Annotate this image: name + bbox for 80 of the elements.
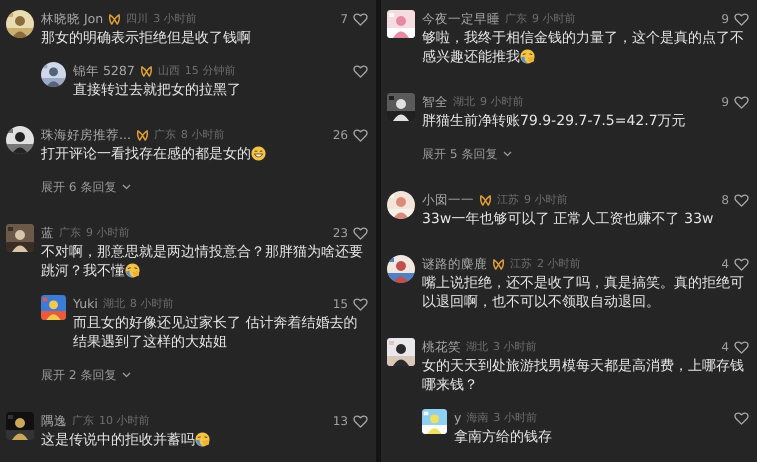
- chevron-down-icon: [122, 372, 132, 378]
- like-count: 9: [721, 94, 729, 111]
- like-count: 26: [332, 127, 348, 144]
- comment-text: 够啦，我终于相信金钱的力量了，这个是真的点了不感兴趣还能推我: [422, 29, 745, 67]
- comment-text: 直接转过去就把女的拉黑了: [73, 81, 242, 100]
- user-name[interactable]: 蓝: [41, 224, 54, 242]
- comment-text: 女的天天到处旅游找男模每天都是高消费，上哪存钱哪来钱？: [422, 357, 745, 395]
- heart-icon[interactable]: [353, 226, 368, 240]
- grinning-face-icon: [251, 146, 266, 161]
- user-name[interactable]: 桃花笑: [422, 338, 461, 356]
- heart-icon[interactable]: [734, 412, 749, 424]
- region-label: 广东: [154, 126, 176, 143]
- crying-face-icon: [195, 432, 210, 447]
- comment-text: 打开评论一看找存在感的都是女的: [41, 145, 368, 164]
- timestamp: 10 小时前: [99, 412, 150, 429]
- region-label: 湖北: [453, 94, 475, 110]
- user-name[interactable]: y: [454, 408, 462, 428]
- region-label: 广东: [505, 10, 527, 27]
- timestamp: 9 小时前: [524, 192, 568, 208]
- region-label: 江苏: [497, 192, 519, 208]
- heart-icon[interactable]: [353, 298, 368, 310]
- user-name[interactable]: 今夜一定早睡: [422, 10, 500, 28]
- heart-icon[interactable]: [734, 96, 749, 108]
- like-count: 13: [332, 413, 348, 430]
- expand-replies-link[interactable]: 展开 2 条回复: [41, 366, 132, 384]
- comment-text: 而且女的好像还见过家长了 估计奔着结婚去的结果遇到了这样的大姑姐: [73, 314, 358, 352]
- comment-text: 那女的明确表示拒绝但是收了钱啊: [41, 29, 252, 48]
- timestamp: 3 小时前: [493, 410, 537, 426]
- region-label: 广东: [72, 412, 94, 429]
- timestamp: 8 小时前: [130, 296, 174, 312]
- user-name[interactable]: 锦年 5287: [73, 62, 135, 80]
- comment-text: 不对啊，那意思就是两边情投意合？那胖猫为啥还要跳河？我不懂: [41, 243, 364, 281]
- user-name[interactable]: Yuki: [73, 294, 98, 314]
- timestamp: 9 小时前: [532, 10, 576, 27]
- comment-text: 33w一年也够可以了 正常人工资也赚不了 33w: [422, 210, 714, 229]
- user-name[interactable]: 隅逸: [41, 412, 67, 430]
- heart-icon[interactable]: [734, 12, 749, 26]
- like-count: 9: [721, 11, 729, 28]
- crying-face-icon: [520, 49, 535, 64]
- timestamp: 3 小时前: [493, 338, 536, 355]
- timestamp: 2 小时前: [537, 256, 580, 272]
- region-label: 山西: [158, 62, 180, 79]
- user-name[interactable]: 谜路的麋鹿: [422, 254, 487, 274]
- timestamp: 9 小时前: [86, 224, 130, 241]
- user-name[interactable]: 林晓晓 Jon: [41, 10, 104, 28]
- heart-icon[interactable]: [353, 414, 368, 428]
- chevron-down-icon: [122, 184, 132, 190]
- like-count: 4: [721, 256, 729, 273]
- comment-text: 胖猫生前净转账79.9-29.7-7.5=42.7万元: [422, 112, 687, 131]
- region-label: 海南: [466, 410, 488, 426]
- user-name[interactable]: 珠海好房推荐...: [41, 126, 131, 144]
- comment-text: 这是传说中的拒收并蓄吗: [41, 431, 368, 450]
- region-label: 四川: [126, 10, 148, 27]
- chevron-down-icon: [503, 151, 512, 157]
- heart-icon[interactable]: [353, 128, 368, 142]
- like-count: 23: [332, 225, 348, 242]
- region-label: 湖北: [466, 338, 488, 355]
- timestamp: 15 分钟前: [184, 62, 236, 79]
- heart-icon[interactable]: [734, 258, 749, 270]
- comment-text: 嘴上说拒绝，还不是收了吗，真是搞笑。真的拒绝可以退回啊，也不可以不领取自动退回。: [422, 274, 745, 312]
- heart-icon[interactable]: [734, 194, 749, 206]
- heart-icon[interactable]: [353, 12, 368, 26]
- comment-text: 拿南方给的钱存: [454, 428, 553, 447]
- region-label: 湖北: [102, 296, 125, 312]
- region-label: 江苏: [510, 256, 532, 272]
- expand-replies-link[interactable]: 展开 6 条回复: [41, 178, 132, 196]
- timestamp: 8 小时前: [180, 126, 224, 143]
- like-count: 8: [721, 192, 729, 209]
- user-name[interactable]: 智全: [422, 92, 448, 112]
- expand-replies-link[interactable]: 展开 5 条回复: [422, 145, 512, 163]
- like-count: 7: [340, 11, 348, 28]
- like-count: 15: [332, 296, 348, 313]
- heart-icon[interactable]: [734, 340, 749, 354]
- region-label: 广东: [59, 224, 81, 241]
- timestamp: 3 小时前: [153, 10, 197, 27]
- heart-icon[interactable]: [353, 64, 368, 78]
- user-name[interactable]: 小囡一一: [422, 190, 474, 210]
- like-count: 4: [721, 339, 729, 356]
- timestamp: 9 小时前: [480, 94, 524, 110]
- crying-face-icon: [125, 263, 140, 278]
